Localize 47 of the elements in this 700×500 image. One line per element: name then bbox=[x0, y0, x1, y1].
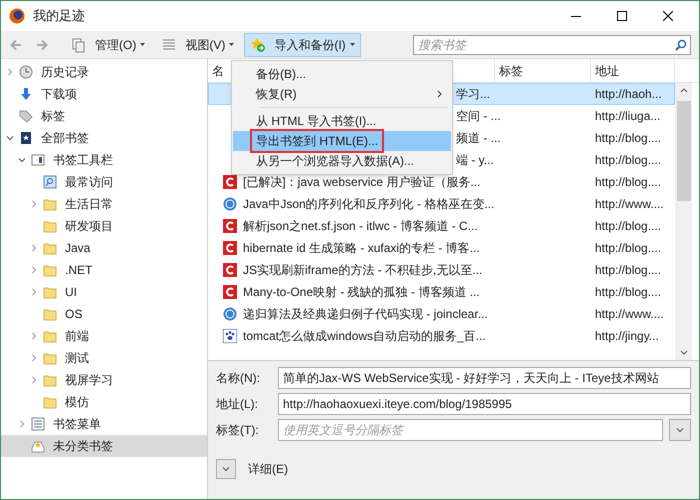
bookmark-name: 解析json之net.sf.json - itlwc - 博客频道 - C... bbox=[243, 218, 478, 235]
field-label: 标签(T): bbox=[216, 422, 260, 439]
bookmark-name: Java中Json的序列化和反序列化 - 格格巫在变... bbox=[243, 196, 494, 213]
tree-item-label: 历史记录 bbox=[41, 64, 89, 81]
bookmark-name: 端 - y... bbox=[456, 152, 494, 169]
bookmark-address: http://jingy... bbox=[594, 328, 659, 345]
tree-item-label: 模仿 bbox=[65, 394, 89, 411]
bookmark-address: http://blog.... bbox=[594, 152, 662, 169]
tree-item-label: 全部书签 bbox=[41, 130, 89, 147]
window-title: 我的足迹 bbox=[33, 7, 85, 26]
bookmark-name: [已解决]：java webservice 用户验证（服务... bbox=[243, 174, 480, 191]
tree-item-label: 书签菜单 bbox=[53, 416, 101, 433]
field-label: 名称(N): bbox=[216, 370, 261, 387]
field-label: 地址(L): bbox=[216, 396, 259, 413]
tree-item-label: 测试 bbox=[65, 350, 89, 367]
bookmark-address: http://www.... bbox=[594, 196, 664, 213]
bookmark-name: 空间 - ... bbox=[456, 108, 501, 125]
tree-item-label: 生活日常 bbox=[65, 196, 113, 213]
bookmark-name: 频道 - ... bbox=[456, 130, 501, 147]
bookmark-address: http://blog.... bbox=[594, 130, 662, 147]
tree-item-label: Java bbox=[65, 240, 90, 257]
bookmark-address: http://blog.... bbox=[594, 218, 662, 235]
bookmark-address: http://blog.... bbox=[594, 284, 662, 301]
bookmark-name: Many-to-One映射 - 残缺的孤独 - 博客频道 ... bbox=[243, 284, 480, 301]
tree-item-label: 未分类书签 bbox=[53, 438, 113, 455]
tree-item-label: .NET bbox=[65, 262, 92, 279]
bookmark-address: http://liuga... bbox=[594, 108, 660, 125]
bookmark-name: JS实现刷新iframe的方法 - 不积硅步,无以至... bbox=[243, 262, 482, 279]
tree-item-label: 书签工具栏 bbox=[53, 152, 113, 169]
tree-item-label: OS bbox=[65, 306, 82, 323]
tree-item-label: UI bbox=[65, 284, 77, 301]
bookmark-address: http://haoh... bbox=[594, 86, 662, 103]
bookmark-address: http://www.... bbox=[594, 306, 664, 323]
bookmark-name: hibernate id 生成策略 - xufaxi的专栏 - 博客... bbox=[243, 240, 480, 257]
tree-item-label: 研发项目 bbox=[65, 218, 113, 235]
tree-item-label: 视屏学习 bbox=[65, 372, 113, 389]
tree-item-label: 下载项 bbox=[41, 86, 77, 103]
bookmark-name: 递归算法及经典递归例子代码实现 - joinclear... bbox=[243, 306, 488, 323]
bookmark-address: http://blog.... bbox=[594, 174, 662, 191]
tree-item-label: 标签 bbox=[41, 108, 65, 125]
bookmark-name: tomcat怎么做成windows自动启动的服务_百... bbox=[243, 328, 486, 345]
bookmark-address: http://blog.... bbox=[594, 262, 662, 279]
tree-item-label: 前端 bbox=[65, 328, 89, 345]
bookmark-name: 学习... bbox=[456, 86, 490, 103]
bookmark-address: http://blog.... bbox=[594, 240, 662, 257]
details-label: 详细(E) bbox=[248, 461, 288, 478]
tree-item-label: 最常访问 bbox=[65, 174, 113, 191]
